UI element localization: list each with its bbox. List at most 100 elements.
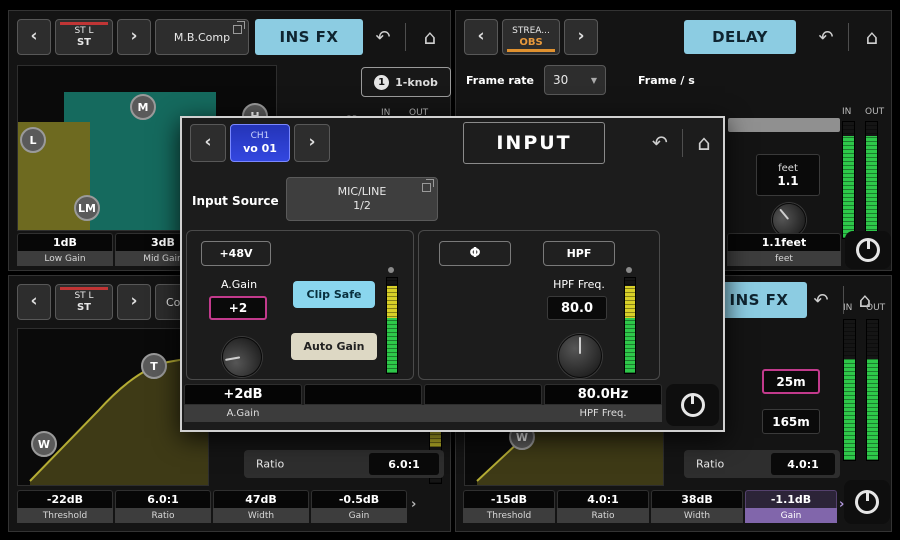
forward-button[interactable]: › [564,19,598,55]
insert-slot-button[interactable]: M.B.Comp [155,19,249,55]
back-button[interactable]: ‹ [17,284,51,320]
width-knob[interactable]: W [31,431,57,457]
undo-icon[interactable]: ↶ [808,19,844,55]
divider [405,23,406,51]
touch-knob-box[interactable] [666,384,719,426]
param-segment-threshold[interactable]: -22dBThreshold [17,490,113,523]
channel-color-bar [60,287,108,290]
ratio-row[interactable]: Ratio 6.0:1 [244,450,444,478]
peak-indicator [388,267,394,273]
gain-meter [386,277,398,374]
back-button[interactable]: ‹ [464,19,498,55]
channel-select-button[interactable]: ST L ST [55,284,113,320]
hpf-freq-knob[interactable] [558,334,602,378]
channel-select-button[interactable]: ST L ST [55,19,113,55]
channel-select-button[interactable]: CH1 vo 01 [230,124,290,162]
frame-rate-label: Frame rate [466,74,534,87]
clip-safe-button[interactable]: Clip Safe [293,281,375,308]
back-button[interactable]: ‹ [17,19,51,55]
param-cell-hpf[interactable]: 80.0Hz [544,384,662,405]
band-knob-mid[interactable]: M [130,94,156,120]
delay-feet-value[interactable]: feet 1.1 [756,154,820,196]
in-label: IN [842,107,851,117]
home-icon[interactable]: ⌂ [854,19,890,55]
undo-icon[interactable]: ↶ [365,19,401,55]
hpf-meter [624,277,636,374]
dialog-param-bar: +2dB 80.0Hz A.Gain HPF Freq. [184,384,662,422]
param-cell-2[interactable] [304,384,422,405]
threshold-knob[interactable]: T [141,353,167,379]
param-cell-3[interactable] [424,384,542,405]
touch-knob-box[interactable] [844,480,890,524]
input-meter [842,121,855,239]
delay-long-value[interactable]: 165m [762,409,820,434]
param-segment-gain[interactable]: -0.5dBGain [311,490,407,523]
copy-icon [422,183,431,192]
channel-color-bar [507,49,555,52]
param-segment-gain[interactable]: -1.1dBGain [745,490,837,523]
hpf-freq-value[interactable]: 80.0 [547,296,607,320]
input-dialog: ‹ CH1 vo 01 › INPUT ↶ ⌂ Input Source MIC… [180,116,725,432]
back-button[interactable]: ‹ [190,124,226,162]
peak-indicator [626,267,632,273]
again-knob[interactable] [219,334,265,380]
forward-button[interactable]: › [117,19,151,55]
ratio-row[interactable]: Ratio 4.0:1 [684,450,840,478]
again-label: A.Gain [209,278,269,291]
param-cell-again[interactable]: +2dB [184,384,302,405]
mixer-screen: ‹ ST L ST › M.B.Comp INS FX ↶ ⌂ 1 1-knob… [0,0,900,540]
delay-short-value[interactable]: 25m [762,369,820,394]
knob-icon [855,490,879,514]
param-segment-ratio[interactable]: 6.0:1Ratio [115,490,211,523]
input-meter [843,319,856,461]
in-label: IN [843,303,852,313]
input-source-button[interactable]: MIC/LINE 1/2 [286,177,438,221]
param-segment-width[interactable]: 38dBWidth [651,490,743,523]
param-segment-ratio[interactable]: 4.0:1Ratio [557,490,649,523]
screen-title: INS FX [255,19,363,55]
gain-section: +48V A.Gain +2 Clip Safe Auto Gain [186,230,414,380]
one-knob-button[interactable]: 1 1-knob [361,67,451,97]
touch-knob-box[interactable] [845,231,891,269]
band-knob-lowmid[interactable]: LM [74,195,100,221]
input-source-label: Input Source [192,194,279,208]
channel-color-bar [60,22,108,25]
more-params-arrow[interactable]: › [411,497,416,512]
frame-rate-dropdown[interactable]: 30 ▼ [544,65,606,95]
screen-title: INS FX [711,282,807,318]
home-icon[interactable]: ⌂ [688,125,720,161]
out-label: OUT [866,303,885,313]
knob-icon [856,238,880,262]
hpf-button[interactable]: HPF [543,241,615,266]
forward-button[interactable]: › [117,284,151,320]
forward-button[interactable]: › [294,124,330,162]
param-label-strip: A.Gain HPF Freq. [184,405,662,422]
divider [848,23,849,51]
copy-icon [233,25,242,34]
param-segment-low-gain[interactable]: 1dB Low Gain [17,233,113,266]
channel-select-button[interactable]: STREA... OBS [502,19,560,55]
chevron-down-icon: ▼ [591,76,597,85]
auto-gain-button[interactable]: Auto Gain [291,333,377,360]
phantom-48v-button[interactable]: +48V [201,241,271,266]
screen-title: DELAY [684,20,796,54]
undo-icon[interactable]: ↶ [642,125,678,161]
param-segment-threshold[interactable]: -15dBThreshold [463,490,555,523]
output-meter [866,319,879,461]
delay-scale-bar [728,118,840,132]
param-segment-feet[interactable]: 1.1feet feet [727,233,841,266]
hpf-freq-label: HPF Freq. [539,278,619,291]
knob-icon [681,393,705,417]
hpf-section: Φ HPF HPF Freq. 80.0 [418,230,660,380]
param-segment-width[interactable]: 47dBWidth [213,490,309,523]
again-value[interactable]: +2 [209,296,267,320]
output-meter [865,121,878,239]
dialog-title: INPUT [463,122,605,164]
home-icon[interactable]: ⌂ [411,19,449,55]
undo-icon[interactable]: ↶ [803,282,839,318]
out-label: OUT [865,107,884,117]
band-knob-low[interactable]: L [20,127,46,153]
one-icon: 1 [374,75,389,90]
param-label-again: A.Gain [184,405,302,422]
phase-button[interactable]: Φ [439,241,511,266]
